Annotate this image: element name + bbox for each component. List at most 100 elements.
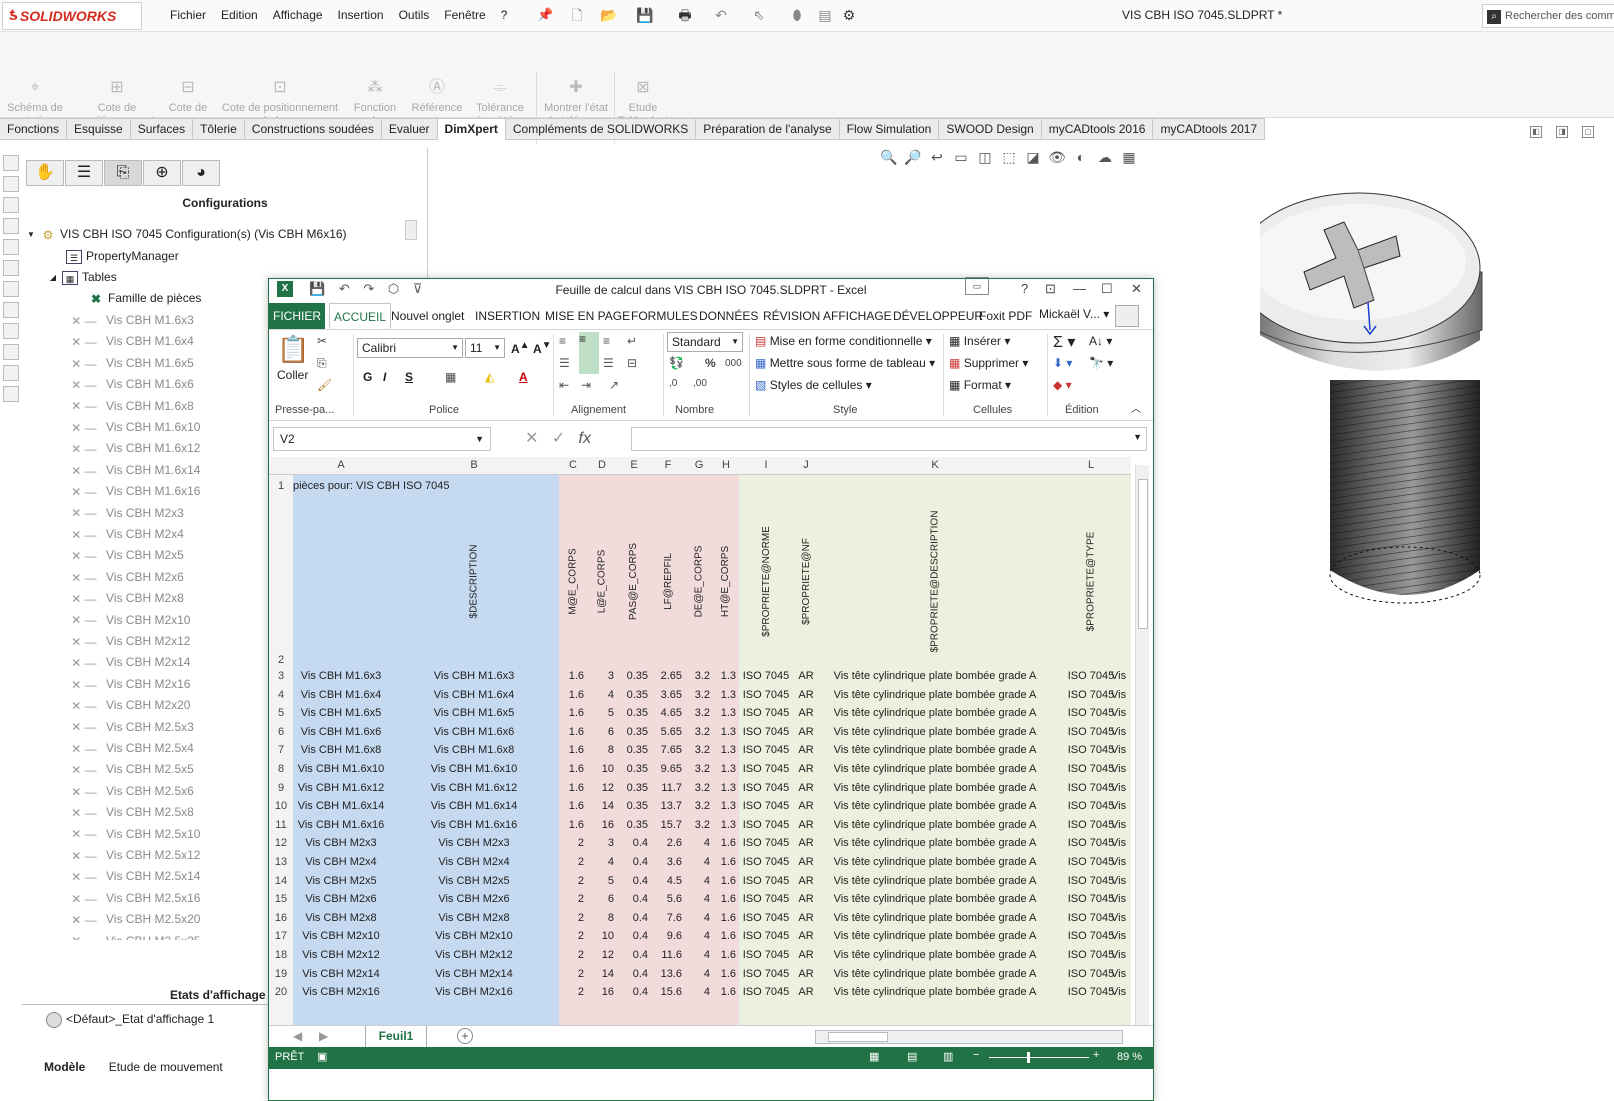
table-cell[interactable]: Vis tête cylindrique plate bombée grade … [819, 760, 1051, 778]
column-header[interactable]: G [685, 459, 713, 471]
tab-accueil[interactable]: ACCUEIL [329, 303, 392, 329]
table-cell[interactable]: 5.6 [651, 890, 685, 908]
tree-item-tables[interactable]: ◢ ▦ Tables [48, 267, 117, 287]
tree-config-item[interactable]: ✕ — Vis CBH M2x5 [66, 545, 184, 565]
table-cell[interactable]: 0.4 [617, 834, 651, 852]
table-cell[interactable]: 0.35 [617, 686, 651, 704]
table-cell[interactable]: 2 [559, 872, 587, 890]
dynamic-annotation-icon[interactable]: ◫ [974, 148, 996, 166]
restore-sheet-icon[interactable]: ▭ [965, 277, 989, 295]
tree-config-item[interactable]: ✕ — Vis CBH M2.5x10 [66, 824, 200, 844]
zoom-in-icon[interactable]: + [1093, 1049, 1099, 1061]
tree-config-item[interactable]: ✕ — Vis CBH M1.6x5 [66, 353, 194, 373]
table-cell[interactable]: Vis CBH M2x4 [389, 853, 559, 871]
tree-config-item[interactable]: ✕ — Vis CBH M2.5x16 [66, 888, 200, 908]
table-cell[interactable]: AR [793, 704, 819, 722]
table-cell[interactable]: Vis CBH M1.6x3 [293, 667, 389, 685]
vertical-scrollbar[interactable] [1135, 465, 1149, 1025]
tab-affichage[interactable]: AFFICHAGE [823, 303, 892, 329]
table-cell[interactable]: 3.2 [685, 779, 713, 797]
table-cell[interactable]: 2 [559, 946, 587, 964]
strip-icon[interactable] [3, 281, 19, 297]
zoom-slider-thumb[interactable] [1027, 1052, 1030, 1063]
table-cell[interactable]: 0.4 [617, 927, 651, 945]
row-number[interactable]: 3 [269, 667, 293, 685]
row-number[interactable]: 19 [269, 965, 293, 983]
table-cell[interactable]: Vis tête cylindrique plate bombée grade … [819, 872, 1051, 890]
align-middle-icon[interactable]: ≡ [579, 332, 599, 374]
table-cell[interactable]: Vis CBH M1.6x10 [293, 760, 389, 778]
table-cell[interactable]: Vis CBH M2x10 [389, 927, 559, 945]
row-number[interactable]: 7 [269, 741, 293, 759]
table-cell[interactable]: 0.4 [617, 890, 651, 908]
row-number[interactable]: 1 [269, 477, 293, 495]
select-icon[interactable]: ⇖ [750, 6, 768, 24]
table-cell[interactable]: 4.65 [651, 704, 685, 722]
table-cell[interactable]: 0.35 [617, 704, 651, 722]
tab-swood-design[interactable]: SWOOD Design [939, 118, 1042, 140]
table-cell[interactable]: 1.6 [713, 890, 739, 908]
table-cell[interactable]: AR [793, 816, 819, 834]
strip-icon[interactable] [3, 302, 19, 318]
column-header[interactable]: D [587, 459, 617, 471]
wrap-text-icon[interactable]: ↵ [627, 334, 637, 348]
table-cell[interactable]: 0.35 [617, 779, 651, 797]
table-cell[interactable]: ISO 7045 [739, 686, 793, 704]
table-cell[interactable]: 13.7 [651, 797, 685, 815]
table-cell[interactable]: Vis [1111, 965, 1131, 983]
cell-a1[interactable]: pièces pour: VIS CBH ISO 7045 [293, 477, 543, 495]
column-header[interactable]: J [793, 459, 819, 471]
table-cell[interactable]: Vis [1111, 983, 1131, 1001]
row-number[interactable]: 14 [269, 872, 293, 890]
datum-button[interactable]: Ⓐ Référence [408, 78, 466, 115]
table-cell[interactable]: 15.6 [651, 983, 685, 1001]
table-cell[interactable]: 4 [685, 853, 713, 871]
table-cell[interactable]: Vis [1111, 853, 1131, 871]
table-cell[interactable]: Vis CBH M1.6x6 [293, 723, 389, 741]
menu-help[interactable]: ? [501, 8, 508, 22]
table-cell[interactable]: 3.2 [685, 760, 713, 778]
view-settings-icon[interactable]: ▦ [1118, 148, 1140, 166]
column-header-cell[interactable]: DE@E_CORPS [689, 495, 709, 667]
table-cell[interactable]: 1.6 [559, 741, 587, 759]
italic-button[interactable]: I [383, 370, 386, 384]
table-cell[interactable]: 4 [587, 853, 617, 871]
table-cell[interactable]: ISO 7045 [739, 946, 793, 964]
table-cell[interactable]: AR [793, 834, 819, 852]
table-cell[interactable]: Vis CBH M2x8 [293, 909, 389, 927]
tree-config-item[interactable]: ✕ — Vis CBH M1.6x3 [66, 310, 194, 330]
minimize-icon[interactable]: — [1073, 281, 1086, 296]
tree-config-item[interactable]: ✕ — Vis CBH M1.6x4 [66, 331, 194, 351]
tree-config-item[interactable]: ✕ — Vis CBH M2x6 [66, 567, 184, 587]
table-cell[interactable]: AR [793, 667, 819, 685]
font-color-icon[interactable]: A [519, 370, 528, 384]
table-cell[interactable]: 16 [587, 983, 617, 1001]
paste-button[interactable]: Coller [277, 368, 308, 382]
table-cell[interactable]: ISO 7045 [739, 741, 793, 759]
table-cell[interactable]: 1.3 [713, 816, 739, 834]
column-header[interactable]: K [819, 459, 1051, 471]
tab-insertion[interactable]: INSERTION [475, 303, 540, 329]
tree-config-item[interactable]: ✕ — Vis CBH M2x14 [66, 652, 190, 672]
close-icon[interactable]: ✕ [1131, 281, 1142, 297]
table-cell[interactable]: ISO 7045 [739, 927, 793, 945]
table-cell[interactable]: AR [793, 890, 819, 908]
table-cell[interactable]: AR [793, 853, 819, 871]
table-cell[interactable]: 0.4 [617, 946, 651, 964]
spreadsheet-grid[interactable]: A B C D E F G H I J K L 1 2 pièces pour: VIS CBH ISO 7… [269, 457, 1131, 1025]
ribbon-display-icon[interactable]: ⊡ [1045, 281, 1056, 297]
table-cell[interactable]: AR [793, 909, 819, 927]
align-right-icon[interactable]: ☰ [603, 356, 614, 370]
table-cell[interactable]: Vis CBH M2x4 [293, 853, 389, 871]
table-cell[interactable]: Vis [1111, 779, 1131, 797]
tab-etude-mouvement[interactable]: Etude de mouvement [109, 1060, 223, 1074]
maximize-view-icon[interactable]: ▢ [1582, 126, 1594, 138]
tab-esquisse[interactable]: Esquisse [67, 118, 131, 140]
table-cell[interactable]: Vis CBH M1.6x14 [293, 797, 389, 815]
expand-icon[interactable]: ◢ [48, 271, 58, 285]
table-cell[interactable]: 0.35 [617, 816, 651, 834]
table-cell[interactable]: Vis CBH M2x5 [293, 872, 389, 890]
view-orientation-icon[interactable]: ⬚ [998, 148, 1020, 166]
paste-icon[interactable]: 📋 [277, 334, 309, 370]
tree-config-item[interactable]: ✕ — Vis CBH M2x12 [66, 631, 190, 651]
